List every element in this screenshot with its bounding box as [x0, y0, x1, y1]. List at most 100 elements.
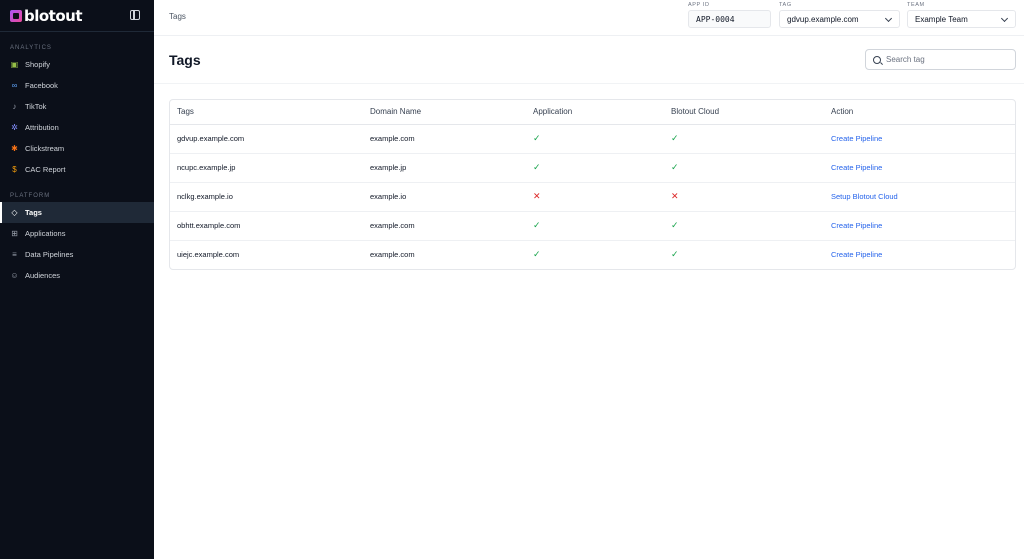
sidebar-item-shopify[interactable]: ▣ Shopify	[0, 54, 154, 75]
check-icon: ✓	[533, 249, 541, 260]
sidebar-item-label: Tags	[25, 208, 42, 217]
cell-tag: obhtt.example.com	[170, 211, 363, 241]
cell-tag: ncupc.example.jp	[170, 153, 363, 183]
sidebar-item-label: Facebook	[25, 81, 58, 90]
cell-action: Create Pipeline	[824, 211, 1015, 241]
check-icon: ✓	[671, 133, 679, 143]
cell-tag: gdvup.example.com	[170, 124, 363, 154]
cell-cloud: ✓	[664, 240, 824, 269]
sidebar-section-label: ANALYTICS	[10, 45, 52, 51]
sidebar-item-applications[interactable]: ⊞ Applications	[0, 223, 154, 244]
team-select[interactable]: Example Team	[907, 10, 1016, 28]
sidebar-item-label: Audiences	[25, 271, 61, 280]
tiktok-icon: ♪	[12, 102, 17, 111]
table-row: obhtt.example.com example.com ✓ ✓ Create Pip…	[170, 211, 1015, 241]
sidebar-item-label: Clickstream	[25, 144, 65, 153]
tag-icon: ◇	[11, 208, 18, 217]
users-icon: ☺	[10, 271, 19, 280]
cell-application: ✓	[526, 124, 664, 154]
table-header-row: Tags Domain Name Application Blotout Clo…	[170, 100, 1015, 125]
sidebar-item-attribution[interactable]: ✲ Attribution	[0, 117, 154, 138]
cell-application: ✓	[526, 153, 664, 183]
dollar-icon: $	[12, 165, 17, 174]
column-header-action: Action	[824, 100, 1015, 125]
check-icon: ✓	[671, 220, 679, 230]
cell-tag: uiejc.example.com	[177, 250, 240, 260]
sidebar-item-label: Data Pipelines	[25, 250, 74, 259]
team-select-label: TEAM	[907, 2, 925, 8]
brand-name: blotout	[24, 6, 83, 25]
check-icon: ✓	[671, 162, 679, 172]
cell-application: ✓	[526, 211, 664, 241]
create-pipeline-link[interactable]: Create Pipeline	[831, 250, 882, 259]
clickstream-icon: ✱	[11, 144, 18, 153]
breadcrumb: Tags	[169, 12, 186, 21]
app-id-value: APP-0004	[688, 10, 771, 28]
tags-table: Tags Domain Name Application Blotout Clo…	[169, 99, 1016, 270]
cell-domain: example.com	[370, 250, 415, 260]
chevron-down-icon	[884, 14, 893, 23]
sidebar-item-facebook[interactable]: ∞ Facebook	[0, 75, 154, 96]
cell-action: Create Pipeline	[824, 153, 1015, 183]
tag-select-field: TAG gdvup.example.com	[779, 2, 900, 28]
sidebar-item-label: Attribution	[25, 123, 59, 132]
database-icon: ≡	[12, 250, 17, 259]
sidebar-item-data-pipelines[interactable]: ≡ Data Pipelines	[0, 244, 154, 265]
sidebar: blotout ANALYTICS ▣ Shopify ∞ Facebook ♪ TikTo…	[0, 0, 154, 559]
cell-domain: example.com	[363, 124, 526, 154]
check-icon: ✓	[533, 162, 541, 172]
tag-select[interactable]: gdvup.example.com	[779, 10, 900, 28]
sidebar-item-tags[interactable]: ◇ Tags	[0, 202, 154, 223]
column-header-domain: Domain Name	[363, 100, 526, 125]
search-box[interactable]	[865, 49, 1016, 70]
cross-icon: ✕	[671, 191, 679, 201]
cell-cloud: ✓	[664, 124, 824, 154]
sidebar-item-audiences[interactable]: ☺ Audiences	[0, 265, 154, 286]
cell-cloud: ✓	[664, 211, 824, 241]
setup-blotout-cloud-link[interactable]: Setup Blotout Cloud	[831, 192, 898, 201]
sidebar-item-clickstream[interactable]: ✱ Clickstream	[0, 138, 154, 159]
cell-cloud: ✕	[664, 182, 824, 212]
search-input[interactable]	[886, 55, 1006, 64]
tag-select-value: gdvup.example.com	[787, 14, 859, 24]
app-id-field: APP ID APP-0004	[688, 2, 771, 28]
cell-domain: example.jp	[363, 153, 526, 183]
table-row: ncupc.example.jp example.jp ✓ ✓ Create Pipel…	[170, 153, 1015, 183]
cell-application: ✓	[526, 240, 664, 269]
blotout-logo-icon	[10, 9, 22, 22]
cell-action: Create Pipeline	[824, 240, 1015, 269]
shopping-bag-icon: ▣	[10, 60, 19, 69]
sidebar-item-label: Applications	[25, 229, 66, 238]
create-pipeline-link[interactable]: Create Pipeline	[831, 221, 882, 230]
table-row: nclkg.example.io example.io ✕ ✕ Setup Blotou…	[170, 182, 1015, 212]
cell-action: Create Pipeline	[824, 124, 1015, 154]
sidebar-nav: ANALYTICS ▣ Shopify ∞ Facebook ♪ TikTok ✲ Attrib…	[0, 45, 154, 286]
sidebar-item-tiktok[interactable]: ♪ TikTok	[0, 96, 154, 117]
column-header-tags: Tags	[170, 100, 363, 125]
table-row: gdvup.example.com example.com ✓ ✓ Create Pip…	[170, 124, 1015, 154]
table-row: uiejc.example.com example.com ✓ ✓ Create Pip…	[170, 240, 1015, 269]
search-icon	[873, 55, 881, 64]
cell-application: ✕	[526, 182, 664, 212]
topbar: Tags APP ID APP-0004 TAG gdvup.example.c…	[154, 0, 1024, 36]
cell-domain: example.io	[363, 182, 526, 212]
sidebar-item-label: CAC Report	[25, 165, 66, 174]
column-header-application: Application	[526, 100, 664, 125]
app-id-label: APP ID	[688, 2, 710, 8]
brand: blotout	[0, 0, 154, 32]
table-body: gdvup.example.com example.com ✓ ✓ Create Pip…	[170, 124, 1015, 269]
page-title: Tags	[169, 52, 201, 68]
create-pipeline-link[interactable]: Create Pipeline	[831, 163, 882, 172]
chevron-down-icon	[1000, 14, 1009, 23]
sidebar-collapse-icon[interactable]	[130, 10, 140, 20]
attribution-icon: ✲	[11, 123, 18, 132]
team-select-field: TEAM Example Team	[907, 2, 1016, 28]
cell-domain: example.com	[363, 211, 526, 241]
sidebar-section-label: PLATFORM	[10, 193, 51, 199]
column-header-cloud: Blotout Cloud	[664, 100, 824, 125]
cell-cloud: ✓	[664, 153, 824, 183]
sidebar-item-cac-report[interactable]: $ CAC Report	[0, 159, 154, 180]
cell-tag: nclkg.example.io	[170, 182, 363, 212]
cell-action: Setup Blotout Cloud	[824, 182, 1015, 212]
create-pipeline-link[interactable]: Create Pipeline	[831, 134, 882, 143]
